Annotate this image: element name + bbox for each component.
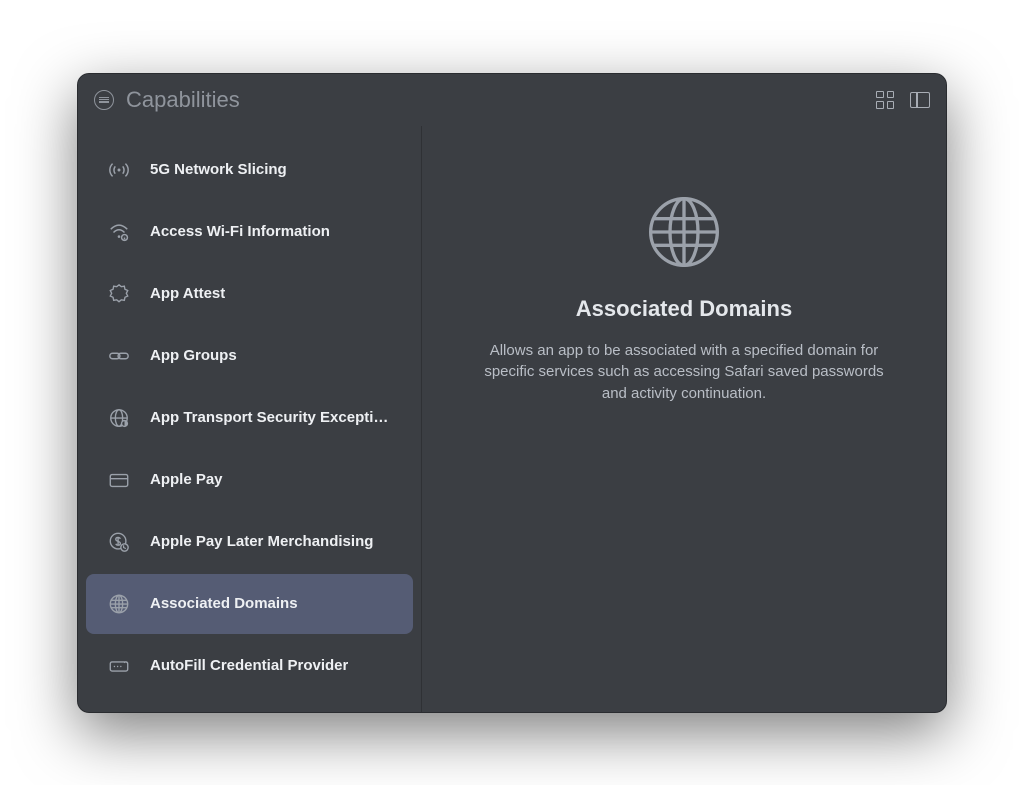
- seal-icon: [108, 283, 130, 305]
- sidebar-item-label: Access Wi-Fi Information: [150, 223, 330, 240]
- sidebar-item-label: App Transport Security Excepti…: [150, 409, 388, 426]
- antenna-icon: [108, 159, 130, 181]
- header-left: Capabilities: [94, 87, 876, 113]
- grid-view-icon[interactable]: [876, 91, 894, 109]
- globe-icon: [108, 593, 130, 615]
- password-icon: [108, 655, 130, 677]
- detail-description: Allows an app to be associated with a sp…: [470, 340, 898, 405]
- capabilities-window: Capabilities 5G Network Slicing: [77, 73, 947, 713]
- sidebar-item-label: Associated Domains: [150, 595, 298, 612]
- sidebar-item-access-wifi-information[interactable]: Access Wi-Fi Information: [86, 202, 413, 262]
- link-icon: [108, 345, 130, 367]
- header-right: [876, 91, 930, 109]
- sidebar-item-5g-network-slicing[interactable]: 5G Network Slicing: [86, 140, 413, 200]
- sidebar-item-label: Apple Pay Later Merchandising: [150, 533, 373, 550]
- capabilities-sidebar[interactable]: 5G Network Slicing Access Wi-Fi Informat…: [78, 126, 422, 712]
- detail-title: Associated Domains: [576, 296, 792, 322]
- sidebar-item-label: Apple Pay: [150, 471, 223, 488]
- sidebar-item-autofill-credential-provider[interactable]: AutoFill Credential Provider: [86, 636, 413, 696]
- dollar-badge-icon: [108, 531, 130, 553]
- sidebar-toggle-icon[interactable]: [910, 92, 930, 108]
- sidebar-item-label: App Attest: [150, 285, 225, 302]
- page-title: Capabilities: [126, 87, 240, 113]
- menu-icon[interactable]: [94, 90, 114, 110]
- window-header: Capabilities: [78, 74, 946, 126]
- sidebar-item-label: App Groups: [150, 347, 237, 364]
- globe-icon: [644, 192, 724, 272]
- detail-panel: Associated Domains Allows an app to be a…: [422, 126, 946, 712]
- sidebar-item-app-groups[interactable]: App Groups: [86, 326, 413, 386]
- card-icon: [108, 469, 130, 491]
- sidebar-item-app-attest[interactable]: App Attest: [86, 264, 413, 324]
- sidebar-item-label: 5G Network Slicing: [150, 161, 287, 178]
- globe-half-icon: [108, 407, 130, 429]
- content-area: 5G Network Slicing Access Wi-Fi Informat…: [78, 126, 946, 712]
- sidebar-item-app-transport-security-exceptions[interactable]: App Transport Security Excepti…: [86, 388, 413, 448]
- sidebar-item-apple-pay-later-merchandising[interactable]: Apple Pay Later Merchandising: [86, 512, 413, 572]
- sidebar-item-associated-domains[interactable]: Associated Domains: [86, 574, 413, 634]
- sidebar-item-apple-pay[interactable]: Apple Pay: [86, 450, 413, 510]
- wifi-info-icon: [108, 221, 130, 243]
- sidebar-item-label: AutoFill Credential Provider: [150, 657, 348, 674]
